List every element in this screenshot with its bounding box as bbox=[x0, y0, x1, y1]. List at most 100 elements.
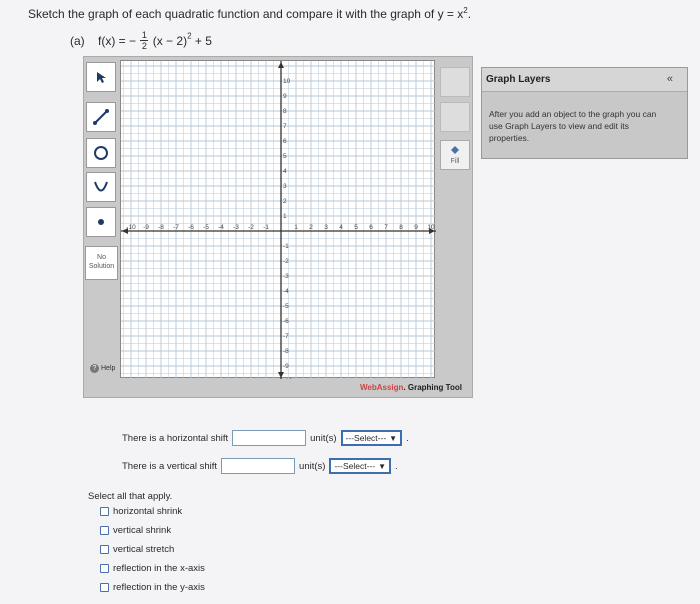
y-tick-label: -4 bbox=[283, 288, 289, 295]
help-button[interactable]: ? Help bbox=[90, 364, 115, 373]
no-solution-line2: Solution bbox=[88, 263, 115, 270]
brand-label: WebAssign. Graphing Tool bbox=[360, 383, 462, 392]
y-tick-label: -1 bbox=[283, 243, 289, 250]
chevron-down-icon: ▼ bbox=[378, 461, 386, 471]
vertical-direction-select[interactable]: ---Select--- ▼ bbox=[329, 458, 391, 474]
line-tool-button[interactable] bbox=[86, 102, 116, 132]
graph-layers-panel: Graph Layers « After you add an object t… bbox=[481, 67, 688, 159]
option-label: reflection in the x-axis bbox=[113, 563, 205, 574]
y-tick-label: 4 bbox=[283, 168, 287, 175]
collapse-icon[interactable]: « bbox=[667, 73, 673, 85]
checkbox[interactable] bbox=[100, 545, 109, 554]
y-tick-label: 6 bbox=[283, 138, 287, 145]
function-exponent: 2 bbox=[187, 31, 192, 41]
horizontal-unit-label: unit(s) bbox=[310, 432, 337, 444]
no-solution-button[interactable]: No Solution bbox=[85, 246, 118, 280]
x-tick-label: 8 bbox=[399, 224, 403, 231]
vertical-unit-label: unit(s) bbox=[299, 460, 326, 472]
option-label: reflection in the y-axis bbox=[113, 582, 205, 593]
option-reflection-x-axis[interactable]: reflection in the x-axis bbox=[100, 563, 205, 574]
option-horizontal-shrink[interactable]: horizontal shrink bbox=[100, 506, 182, 517]
x-tick-label: -10 bbox=[126, 224, 136, 231]
y-tick-label: -10 bbox=[283, 378, 293, 379]
fill-label: Fill bbox=[450, 158, 460, 165]
checkbox[interactable] bbox=[100, 526, 109, 535]
option-label: horizontal shrink bbox=[113, 506, 183, 517]
y-tick-label: -6 bbox=[283, 318, 289, 325]
horizontal-direction-select[interactable]: ---Select--- ▼ bbox=[340, 430, 403, 446]
side-tool-button-1[interactable] bbox=[440, 67, 470, 97]
question-prompt: Sketch the graph of each quadratic funct… bbox=[28, 6, 471, 21]
prompt-end: . bbox=[467, 7, 472, 21]
x-tick-label: -5 bbox=[203, 224, 209, 231]
checkbox[interactable] bbox=[100, 507, 109, 516]
y-tick-label: 2 bbox=[283, 198, 287, 205]
y-tick-label: -8 bbox=[283, 348, 289, 355]
horizontal-period: . bbox=[406, 432, 409, 444]
prompt-text: Sketch the graph of each quadratic funct… bbox=[28, 7, 464, 21]
x-tick-label: 9 bbox=[414, 224, 418, 231]
x-tick-label: -3 bbox=[233, 224, 239, 231]
x-tick-label: 2 bbox=[309, 224, 313, 231]
option-reflection-y-axis[interactable]: reflection in the y-axis bbox=[100, 582, 205, 593]
vertical-shift-input[interactable] bbox=[221, 458, 296, 474]
x-tick-label: 4 bbox=[339, 224, 343, 231]
vertical-shift-row: There is a vertical shift unit(s) ---Sel… bbox=[122, 458, 398, 474]
horizontal-shift-row: There is a horizontal shift unit(s) ---S… bbox=[122, 430, 409, 446]
x-tick-label: 1 bbox=[294, 224, 298, 231]
fraction-denominator: 2 bbox=[141, 41, 147, 51]
x-tick-label: 6 bbox=[369, 224, 373, 231]
part-label: (a) bbox=[70, 33, 85, 48]
function-inner: (x − 2) bbox=[152, 33, 188, 48]
pointer-icon bbox=[97, 72, 106, 83]
function-tail: + 5 bbox=[194, 33, 212, 48]
y-tick-label: 10 bbox=[283, 78, 291, 85]
circle-tool-button[interactable] bbox=[86, 138, 116, 168]
grid-svg[interactable]: -10 -9 -8 -7 -6 -5 -4 -3 -2 -1 1 2 3 4 5 6 7 8 9 10 10 9 8 7 6 5 4… bbox=[121, 61, 436, 379]
option-vertical-stretch[interactable]: vertical stretch bbox=[100, 544, 174, 555]
x-tick-label: -4 bbox=[218, 224, 224, 231]
x-tick-label: 3 bbox=[324, 224, 328, 231]
horizontal-shift-input[interactable] bbox=[232, 430, 307, 446]
side-tool-button-2[interactable] bbox=[440, 102, 470, 132]
x-tick-label: -2 bbox=[248, 224, 254, 231]
option-vertical-shrink[interactable]: vertical shrink bbox=[100, 525, 171, 536]
y-tick-label: 8 bbox=[283, 108, 287, 115]
checkbox[interactable] bbox=[100, 583, 109, 592]
y-axis-arrow-up bbox=[278, 62, 284, 68]
graph-layers-description: After you add an object to the graph you… bbox=[489, 109, 657, 143]
y-tick-label: 3 bbox=[283, 183, 287, 190]
x-tick-label: 5 bbox=[354, 224, 358, 231]
y-tick-label: 7 bbox=[283, 123, 287, 130]
brand-webassign: WebAssign bbox=[360, 383, 404, 392]
x-tick-label: -6 bbox=[188, 224, 194, 231]
function-lhs: f(x) = − bbox=[98, 33, 137, 48]
vertical-select-value: ---Select--- bbox=[334, 461, 376, 471]
select-all-label: Select all that apply. bbox=[88, 491, 173, 502]
y-tick-label: -3 bbox=[283, 273, 289, 280]
vertical-period: . bbox=[394, 460, 398, 472]
y-tick-label: -9 bbox=[283, 363, 289, 370]
help-icon: ? bbox=[90, 364, 99, 373]
horizontal-shift-label: There is a horizontal shift bbox=[122, 432, 229, 444]
x-tick-label: 7 bbox=[384, 224, 388, 231]
option-label: vertical shrink bbox=[113, 525, 172, 536]
y-tick-label: 5 bbox=[283, 153, 287, 160]
y-tick-label: -2 bbox=[283, 258, 289, 265]
fill-button[interactable]: Fill bbox=[440, 140, 470, 170]
function-expression: (a) f(x) = − 1 2 (x − 2)2 + 5 bbox=[70, 30, 212, 51]
circle-icon bbox=[94, 146, 108, 160]
parabola-icon bbox=[94, 181, 108, 192]
x-tick-label: -9 bbox=[143, 224, 149, 231]
graph-layers-title: Graph Layers bbox=[486, 74, 551, 85]
chevron-down-icon: ▼ bbox=[389, 433, 398, 443]
point-tool-button[interactable] bbox=[86, 207, 116, 237]
no-solution-line1: No bbox=[97, 254, 106, 261]
x-tick-label: -8 bbox=[158, 224, 164, 231]
parabola-tool-button[interactable] bbox=[86, 172, 116, 202]
y-tick-label: 9 bbox=[283, 93, 287, 100]
graph-canvas[interactable]: -10 -9 -8 -7 -6 -5 -4 -3 -2 -1 1 2 3 4 5 6 7 8 9 10 10 9 8 7 6 5 4… bbox=[120, 60, 436, 379]
x-tick-label: -1 bbox=[263, 224, 269, 231]
pointer-tool-button[interactable] bbox=[86, 62, 116, 92]
checkbox[interactable] bbox=[100, 564, 109, 573]
